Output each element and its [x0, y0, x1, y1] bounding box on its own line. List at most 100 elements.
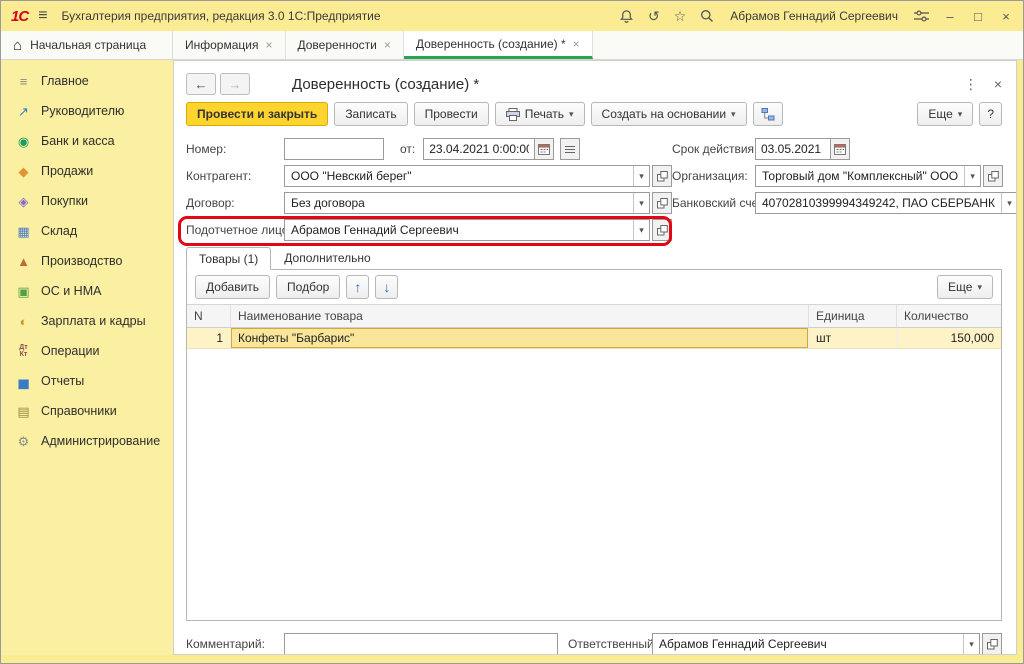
add-row-button[interactable]: Добавить [195, 275, 270, 299]
close-form-icon[interactable]: × [994, 76, 1002, 92]
search-icon[interactable] [700, 9, 714, 23]
post-button[interactable]: Провести [414, 102, 489, 126]
maximize-button[interactable]: □ [971, 9, 985, 24]
column-header-unit[interactable]: Единица [809, 305, 897, 327]
tab-label: Информация [185, 38, 258, 52]
counterparty-open-button[interactable] [652, 165, 672, 187]
number-input[interactable] [284, 138, 384, 160]
calendar-button[interactable] [534, 138, 554, 160]
dropdown-icon[interactable]: ▾ [633, 166, 649, 186]
column-header-qty[interactable]: Количество [897, 305, 1001, 327]
bank-account-field[interactable]: 40702810399994349242, ПАО СБЕРБАНК ▾ [755, 192, 1017, 214]
bank-account-label: Банковский счет: [672, 196, 755, 210]
kebab-menu-icon[interactable]: ⋮ [964, 76, 978, 93]
cell-qty[interactable]: 150,000 [897, 328, 1001, 348]
column-header-name[interactable]: Наименование товара [231, 305, 809, 327]
sidebar-item-rukovoditelyu[interactable]: ↗ Руководителю [1, 96, 173, 126]
form-fields: Номер: от: Срок действия: Контрагент: [174, 134, 1016, 241]
minimize-button[interactable]: – [943, 9, 957, 24]
tab-doverennost-sozdanie[interactable]: Доверенность (создание) * × [404, 31, 593, 59]
responsible-open-button[interactable] [982, 633, 1002, 655]
sidebar-item-zarplata-i-kadry[interactable]: ◐ Зарплата и кадры [1, 306, 173, 336]
dropdown-icon[interactable]: ▾ [633, 220, 649, 240]
home-tab[interactable]: ⌂ Начальная страница [1, 31, 173, 59]
sidebar-item-label: Главное [41, 74, 89, 88]
counterparty-value: ООО "Невский берег" [285, 169, 633, 183]
counterparty-field[interactable]: ООО "Невский берег" ▾ [284, 165, 650, 187]
close-tab-icon[interactable]: × [573, 37, 580, 51]
accountable-person-field[interactable]: Абрамов Геннадий Сергеевич ▾ [284, 219, 650, 241]
help-button[interactable]: ? [979, 102, 1002, 126]
tune-settings-icon[interactable] [914, 10, 929, 22]
sidebar-item-label: Отчеты [41, 374, 84, 388]
tab-informatsiya[interactable]: Информация × [173, 31, 286, 59]
sidebar-item-proizvodstvo[interactable]: ▲ Производство [1, 246, 173, 276]
contract-open-button[interactable] [652, 192, 672, 214]
sidebar-item-operatsii[interactable]: Дт Кт Операции [1, 336, 173, 366]
tab-doverennosti[interactable]: Доверенности × [286, 31, 404, 59]
history-icon[interactable]: ↺ [648, 9, 660, 23]
dropdown-icon[interactable]: ▾ [1001, 193, 1017, 213]
form-header: ← → Доверенность (создание) * ⋮ × [174, 61, 1016, 99]
goods-more-button[interactable]: Еще ▾ [937, 275, 993, 299]
forward-button[interactable]: → [220, 73, 250, 95]
column-header-n[interactable]: N [187, 305, 231, 327]
notifications-bell-icon[interactable] [619, 9, 634, 24]
calendar-button[interactable] [830, 138, 850, 160]
print-button[interactable]: Печать ▾ [495, 102, 585, 126]
sidebar-item-os-i-nma[interactable]: ▣ ОС и НМА [1, 276, 173, 306]
print-button-label: Печать [525, 107, 564, 121]
close-tab-icon[interactable]: × [265, 38, 272, 52]
close-tab-icon[interactable]: × [384, 38, 391, 52]
more-button[interactable]: Еще ▾ [917, 102, 973, 126]
post-and-close-button[interactable]: Провести и закрыть [186, 102, 328, 126]
date-list-button[interactable] [560, 138, 580, 160]
favorites-star-icon[interactable]: ☆ [674, 9, 687, 23]
contract-field[interactable]: Без договора ▾ [284, 192, 650, 214]
write-button[interactable]: Записать [334, 102, 407, 126]
sidebar-item-prodazhi[interactable]: ◆ Продажи [1, 156, 173, 186]
document-tab-strip: Товары (1) Дополнительно [186, 246, 1002, 269]
sidebar-item-bank-i-kassa[interactable]: ◉ Банк и касса [1, 126, 173, 156]
sidebar-item-administrirovanie[interactable]: ⚙ Администрирование [1, 426, 173, 456]
cell-n[interactable]: 1 [187, 328, 231, 348]
goods-table-header: N Наименование товара Единица Количество [187, 304, 1001, 328]
calendar-icon [538, 143, 550, 155]
pick-button[interactable]: Подбор [276, 275, 340, 299]
table-row[interactable]: 1 Конфеты "Барбарис" шт 150,000 [187, 328, 1001, 349]
current-user[interactable]: Абрамов Геннадий Сергеевич [730, 9, 898, 23]
dropdown-icon[interactable]: ▾ [964, 166, 980, 186]
sidebar-item-label: Банк и касса [41, 134, 115, 148]
comment-input[interactable] [284, 633, 558, 655]
back-button[interactable]: ← [186, 73, 216, 95]
valid-until-input[interactable] [755, 138, 831, 160]
date-input[interactable] [423, 138, 535, 160]
create-on-base-button[interactable]: Создать на основании ▾ [591, 102, 747, 126]
accountable-person-open-button[interactable] [652, 219, 672, 241]
sidebar-item-sklad[interactable]: ▦ Склад [1, 216, 173, 246]
cell-unit[interactable]: шт [809, 328, 897, 348]
sidebar-item-otchety[interactable]: ▅ Отчеты [1, 366, 173, 396]
dropdown-icon[interactable]: ▾ [963, 634, 979, 654]
responsible-field[interactable]: Абрамов Геннадий Сергеевич ▾ [652, 633, 980, 655]
sidebar-item-pokupki[interactable]: ◈ Покупки [1, 186, 173, 216]
document-structure-button[interactable] [753, 102, 783, 126]
main-menu-icon[interactable]: ≡ [38, 7, 47, 25]
sidebar-item-glavnoe[interactable]: ≡ Главное [1, 66, 173, 96]
dropdown-icon[interactable]: ▾ [633, 193, 649, 213]
tab-goods[interactable]: Товары (1) [186, 247, 271, 270]
document-structure-icon [761, 108, 775, 121]
coin-icon: ◉ [15, 135, 32, 148]
purchases-icon: ◈ [15, 195, 32, 208]
organization-open-button[interactable] [983, 165, 1003, 187]
organization-value: Торговый дом "Комплексный" ООО [756, 169, 964, 183]
tab-additional[interactable]: Дополнительно [271, 246, 383, 269]
close-window-button[interactable]: × [999, 9, 1013, 24]
sidebar-item-label: Справочники [41, 404, 117, 418]
organization-field[interactable]: Торговый дом "Комплексный" ООО ▾ [755, 165, 981, 187]
tab-label: Доверенности [298, 38, 377, 52]
sidebar-item-spravochniki[interactable]: ▤ Справочники [1, 396, 173, 426]
move-down-button[interactable]: ↓ [375, 275, 398, 299]
move-up-button[interactable]: ↑ [346, 275, 369, 299]
cell-name[interactable]: Конфеты "Барбарис" [231, 328, 809, 348]
